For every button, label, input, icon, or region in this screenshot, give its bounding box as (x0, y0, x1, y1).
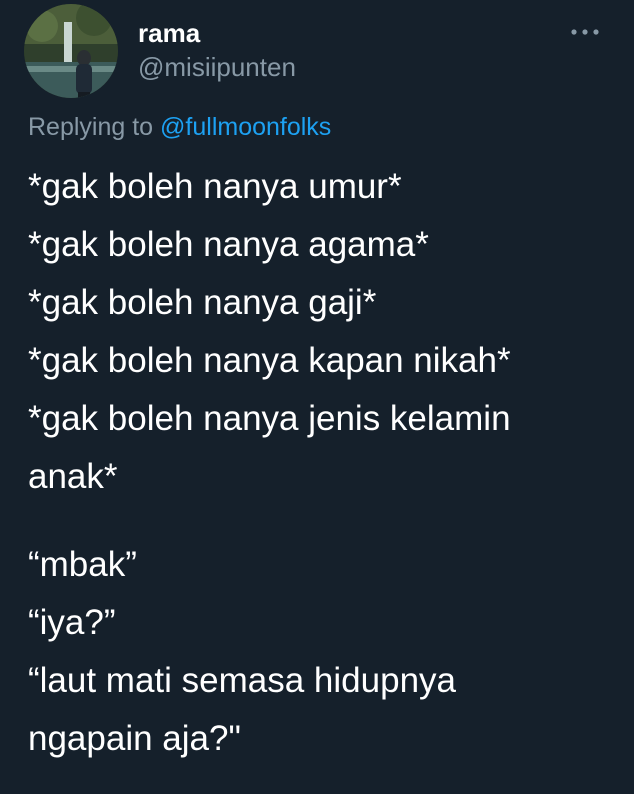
tweet-line: *gak boleh nanya umur* (28, 167, 402, 206)
display-name[interactable]: rama (138, 18, 200, 48)
tweet-line: “laut mati semasa hidupnya (28, 661, 456, 700)
more-horizontal-icon[interactable] (570, 22, 600, 42)
tweet-line: ngapain aja?" (28, 719, 241, 758)
tweet: rama @misiipunten Replying to @fullmoonf… (0, 0, 634, 794)
avatar[interactable] (24, 4, 118, 98)
avatar-photo (24, 4, 118, 98)
replying-to-label: Replying to (28, 113, 154, 141)
tweet-line: *gak boleh nanya agama* (28, 225, 429, 264)
tweet-line: *gak boleh nanya kapan nikah* (28, 341, 511, 380)
handle[interactable]: @misiipunten (138, 52, 296, 82)
replying-to: Replying to @fullmoonfolks (28, 112, 331, 142)
tweet-line: *gak boleh nanya gaji* (28, 283, 377, 322)
tweet-text: *gak boleh nanya umur* *gak boleh nanya … (28, 158, 608, 768)
tweet-line: “iya?” (28, 603, 116, 642)
tweet-line: *gak boleh nanya jenis kelamin (28, 399, 511, 438)
tweet-line: “mbak” (28, 545, 137, 584)
tweet-line: anak* (28, 457, 118, 496)
reply-mention-link[interactable]: @fullmoonfolks (160, 113, 331, 141)
